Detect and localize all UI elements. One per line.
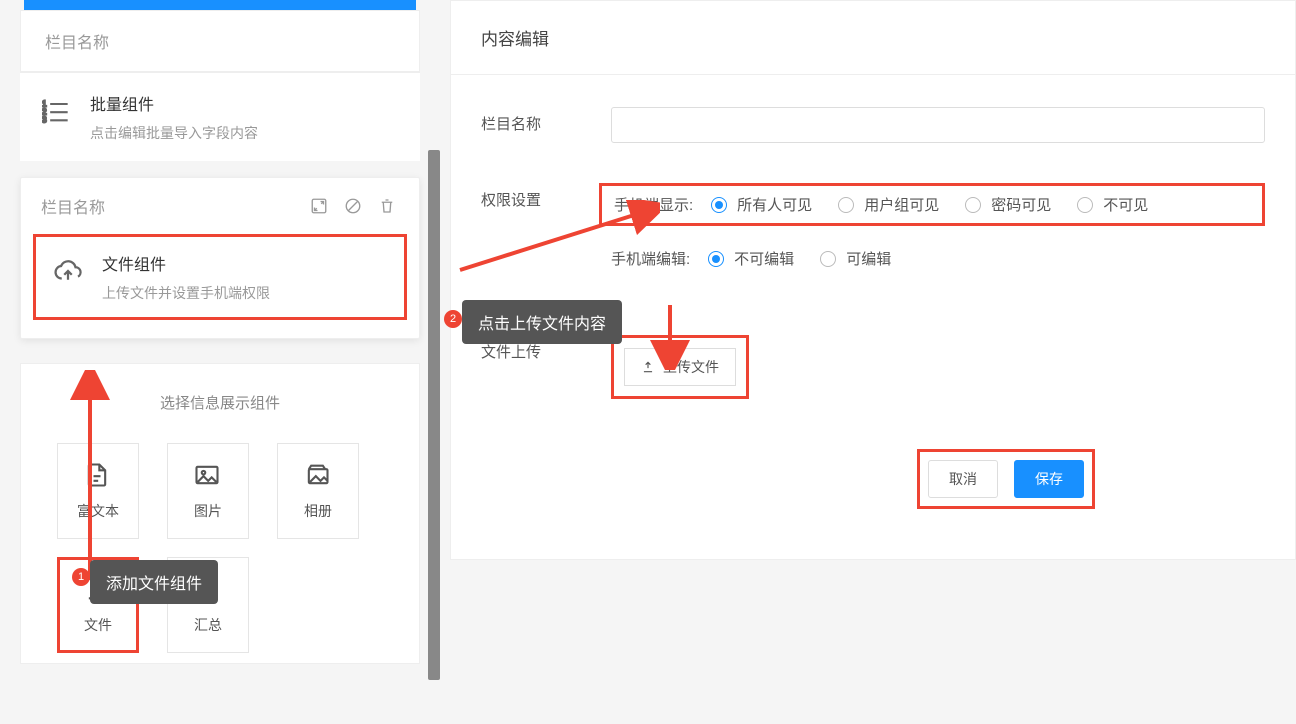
- panel-title: 内容编辑: [451, 1, 1295, 75]
- radio-display-password[interactable]: [965, 197, 981, 213]
- badge-1: 1: [72, 568, 90, 586]
- picker-label-summary: 汇总: [194, 615, 222, 635]
- section-name-2: 栏目名称: [41, 194, 105, 218]
- display-sub-label: 手机端显示:: [614, 194, 693, 215]
- radio-edit-yes[interactable]: [820, 251, 836, 267]
- block-header: 栏目名称: [21, 178, 419, 234]
- tooltip-click-upload: 点击上传文件内容: [462, 300, 622, 344]
- delete-icon[interactable]: [375, 194, 399, 218]
- radio-display-group[interactable]: [838, 197, 854, 213]
- radio-edit-no[interactable]: [708, 251, 724, 267]
- picker-item-image[interactable]: 图片: [167, 443, 249, 539]
- upload-highlight-box: 上传文件: [611, 335, 749, 399]
- row-perm: 权限设置 手机端显示: 所有人可见 用户组可见 密码可见 不可见 手机端编辑: …: [451, 171, 1295, 303]
- cancel-button[interactable]: 取消: [928, 460, 998, 498]
- disable-icon[interactable]: [341, 194, 365, 218]
- block-actions: [307, 194, 399, 218]
- picker-item-richtext[interactable]: 富文本: [57, 443, 139, 539]
- file-section-block: 栏目名称 文件组件 上传文件并设置手机端权限: [20, 177, 420, 339]
- upload-button[interactable]: 上传文件: [624, 348, 736, 386]
- upload-btn-label: 上传文件: [663, 357, 719, 377]
- scrollbar[interactable]: [428, 150, 440, 680]
- tooltip-add-file: 添加文件组件: [90, 560, 218, 604]
- batch-title: 批量组件: [90, 91, 258, 115]
- document-icon: [83, 461, 113, 491]
- file-component-card[interactable]: 文件组件 上传文件并设置手机端权限: [33, 234, 407, 320]
- collapse-icon[interactable]: [307, 194, 331, 218]
- radio-display-hidden[interactable]: [1077, 197, 1093, 213]
- file-desc: 上传文件并设置手机端权限: [102, 283, 270, 303]
- picker-label-richtext: 富文本: [77, 501, 119, 521]
- radio-label-group: 用户组可见: [864, 194, 939, 215]
- section-name-1: 栏目名称: [45, 35, 109, 52]
- image-icon: [193, 461, 223, 491]
- edit-sub-label: 手机端编辑:: [611, 248, 690, 269]
- picker-label-file: 文件: [84, 615, 112, 635]
- badge-2: 2: [444, 310, 462, 328]
- picker-label-album: 相册: [304, 501, 332, 521]
- name-input-wrap: [611, 107, 1265, 143]
- radio-label-password: 密码可见: [991, 194, 1051, 215]
- batch-desc: 点击编辑批量导入字段内容: [90, 123, 258, 143]
- radio-display-all[interactable]: [711, 197, 727, 213]
- section-header-1: 栏目名称: [20, 10, 420, 72]
- radio-label-hidden: 不可见: [1103, 194, 1148, 215]
- top-accent-bar: [24, 0, 416, 10]
- batch-info: 批量组件 点击编辑批量导入字段内容: [90, 91, 258, 143]
- row-name: 栏目名称: [451, 95, 1295, 155]
- cloud-upload-icon: [52, 255, 84, 287]
- upload-small-icon: [641, 360, 655, 374]
- label-perm: 权限设置: [481, 183, 611, 210]
- file-info: 文件组件 上传文件并设置手机端权限: [102, 251, 270, 303]
- picker-title: 选择信息展示组件: [57, 392, 383, 413]
- perm-content: 手机端显示: 所有人可见 用户组可见 密码可见 不可见 手机端编辑: 不可编辑 …: [611, 183, 1265, 291]
- right-panel: 内容编辑 栏目名称 权限设置 手机端显示: 所有人可见 用户组可见 密码可见 不…: [450, 0, 1296, 560]
- picker-label-image: 图片: [194, 501, 222, 521]
- file-title: 文件组件: [102, 251, 270, 275]
- name-input[interactable]: [611, 107, 1265, 143]
- radio-label-all: 所有人可见: [737, 194, 812, 215]
- upload-content: 上传文件: [611, 335, 1265, 399]
- left-panel: 栏目名称 123 批量组件 点击编辑批量导入字段内容 栏目名称: [20, 0, 420, 664]
- list-icon: 123: [40, 95, 72, 127]
- picker-item-album[interactable]: 相册: [277, 443, 359, 539]
- batch-component-card[interactable]: 123 批量组件 点击编辑批量导入字段内容: [20, 72, 420, 161]
- label-name: 栏目名称: [481, 107, 611, 134]
- edit-radio-group: 手机端编辑: 不可编辑 可编辑: [611, 248, 1265, 269]
- display-radio-group: 手机端显示: 所有人可见 用户组可见 密码可见 不可见: [599, 183, 1265, 226]
- save-button[interactable]: 保存: [1014, 460, 1084, 498]
- album-icon: [303, 461, 333, 491]
- svg-text:3: 3: [42, 116, 47, 125]
- radio-label-edit: 可编辑: [846, 248, 891, 269]
- action-buttons-box: 取消 保存: [917, 449, 1095, 509]
- radio-label-noedit: 不可编辑: [734, 248, 794, 269]
- component-picker: 选择信息展示组件 富文本 图片 相册: [20, 363, 420, 664]
- picker-grid: 富文本 图片 相册 文件: [57, 443, 383, 653]
